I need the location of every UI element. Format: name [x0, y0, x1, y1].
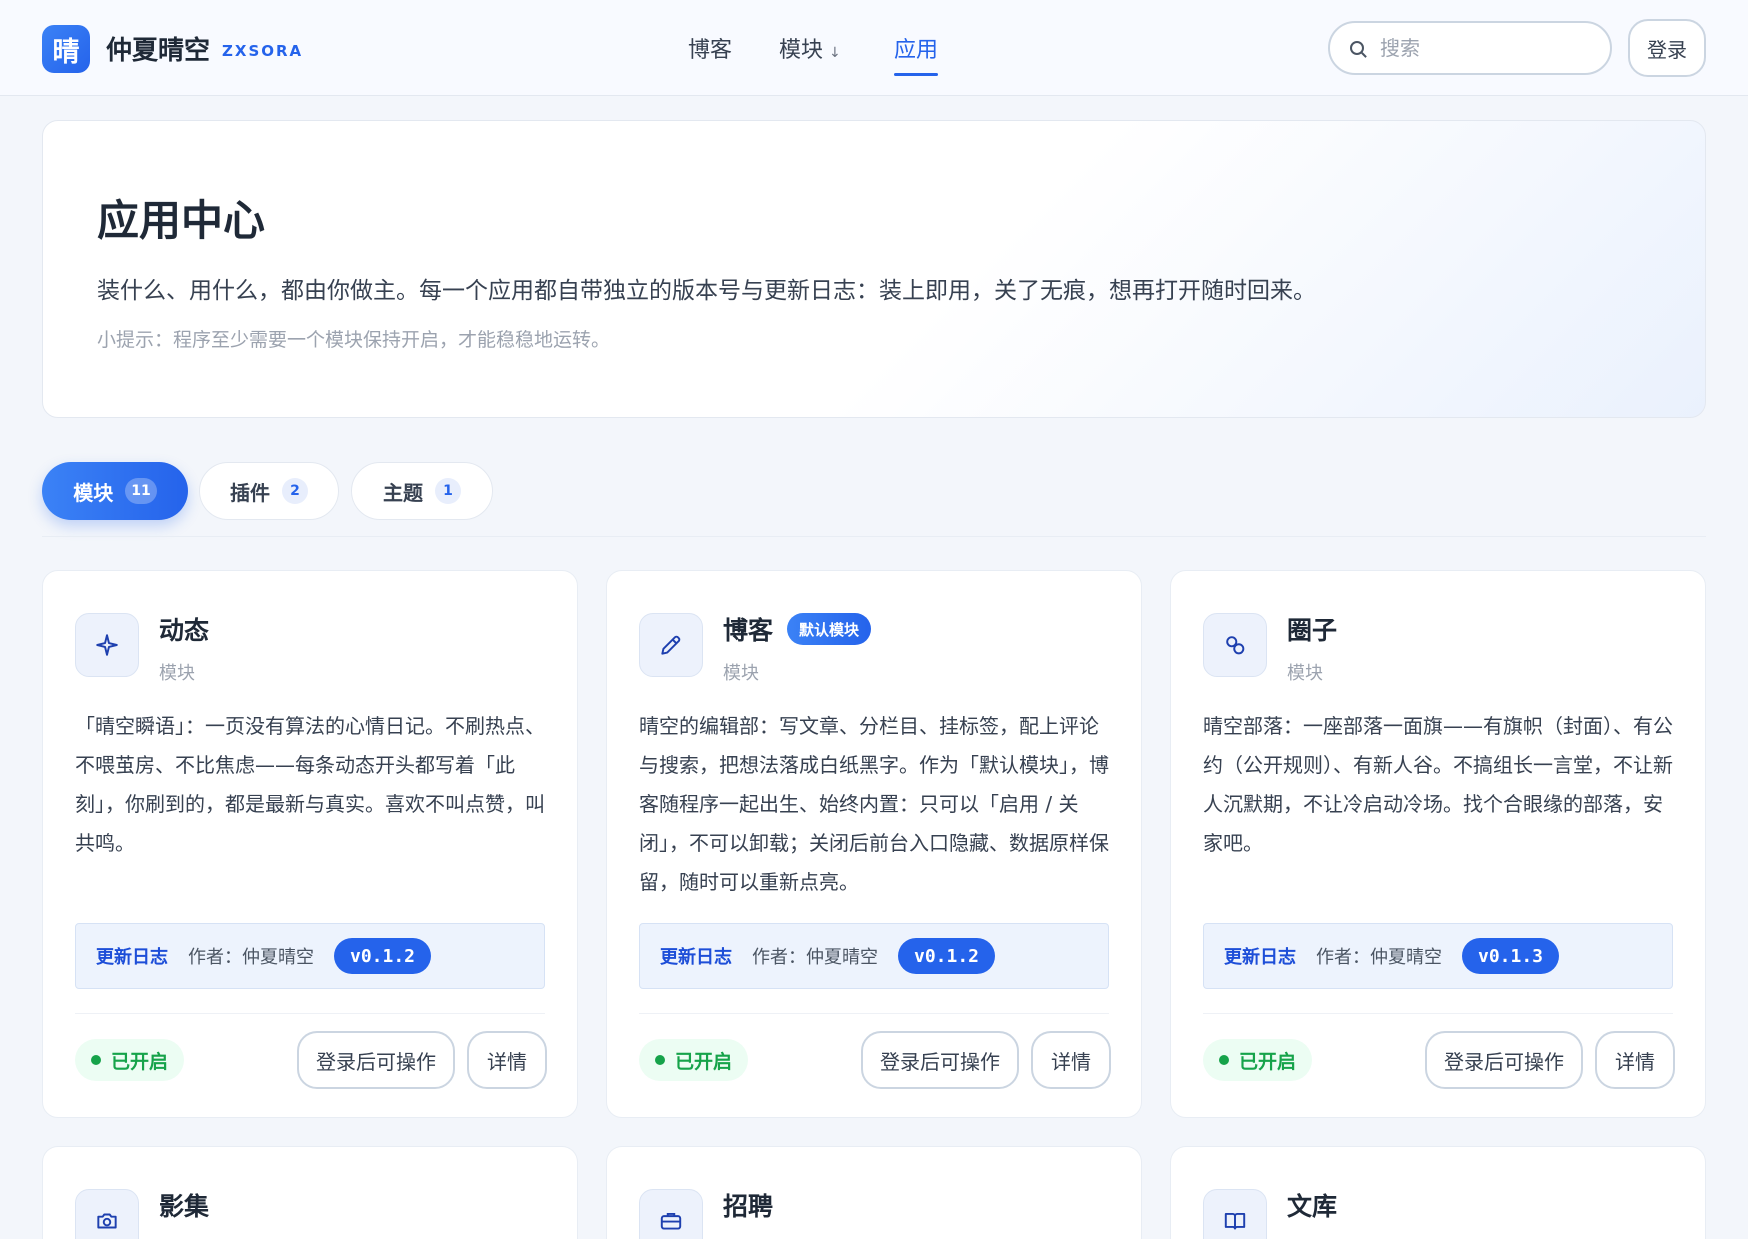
- tab-label: 模块: [73, 480, 114, 505]
- page-tip: 小提示：程序至少需要一个模块保持开启，才能稳稳地运转。: [97, 329, 611, 351]
- tab-count-badge: 2: [282, 478, 308, 504]
- card-title[interactable]: 动态: [159, 611, 209, 647]
- changelog-link[interactable]: 更新日志: [1224, 943, 1296, 969]
- book-icon: [1203, 1189, 1267, 1239]
- status-dot-icon: [655, 1055, 665, 1065]
- nav-item-label: 模块: [779, 38, 824, 63]
- pencil-icon: [639, 613, 703, 677]
- tabs-divider: [42, 536, 1706, 537]
- search-box[interactable]: [1328, 21, 1612, 75]
- version-badge: v0.1.2: [898, 938, 996, 974]
- card-type: 模块: [723, 663, 759, 684]
- login-button[interactable]: 登录: [1628, 19, 1706, 77]
- nav-item-label: 应用: [894, 38, 939, 63]
- card-title[interactable]: 文库: [1287, 1187, 1337, 1223]
- tab-plugins[interactable]: 插件 2: [199, 462, 339, 520]
- nav-item-blog[interactable]: 博客: [688, 32, 732, 64]
- status-badge: 已开启: [639, 1039, 749, 1081]
- card-title[interactable]: 圈子: [1287, 611, 1337, 647]
- default-module-badge: 默认模块: [787, 613, 872, 645]
- author-label: 作者：仲夏晴空: [1316, 947, 1442, 968]
- top-header: 晴 仲夏晴空 ZXSORA 博客 模块↓ 应用 登录: [0, 0, 1748, 96]
- tab-label: 插件: [230, 480, 270, 505]
- version-badge: v0.1.2: [334, 938, 432, 974]
- sparkle-icon: [75, 613, 139, 677]
- page-title: 应用中心: [97, 196, 266, 245]
- card-divider: [1203, 1013, 1673, 1014]
- page-description: 装什么、用什么，都由你做主。每一个应用都自带独立的版本号与更新日志：装上即用，关…: [97, 278, 1316, 304]
- changelog-link[interactable]: 更新日志: [96, 943, 168, 969]
- card-divider: [75, 1013, 545, 1014]
- tab-label: 主题: [383, 480, 423, 505]
- status-dot-icon: [1219, 1055, 1229, 1065]
- detail-button[interactable]: 详情: [1595, 1031, 1675, 1089]
- nav-item-apps[interactable]: 应用: [894, 32, 939, 76]
- changelog-bar: 更新日志 作者：仲夏晴空 v0.1.2: [75, 923, 545, 989]
- app-card-gallery: 影集: [42, 1146, 578, 1239]
- card-type: 模块: [159, 663, 195, 684]
- detail-button[interactable]: 详情: [1031, 1031, 1111, 1089]
- app-card-blog: 博客 默认模块 模块 晴空的编辑部：写文章、分栏目、挂标签，配上评论与搜索，把想…: [606, 570, 1142, 1118]
- changelog-link[interactable]: 更新日志: [660, 943, 732, 969]
- search-icon: [1350, 41, 1364, 55]
- tab-themes[interactable]: 主题 1: [351, 462, 493, 520]
- nav-item-modules[interactable]: 模块 ↓: [779, 32, 841, 64]
- category-tabs: 模块 11 插件 2 主题 1: [42, 462, 1706, 522]
- card-title[interactable]: 招聘: [723, 1187, 773, 1223]
- card-title[interactable]: 影集: [159, 1187, 209, 1223]
- app-card-circle: 圈子 模块 晴空部落：一座部落一面旗——有旗帜（封面）、有公约（公开规则）、有新…: [1170, 570, 1706, 1118]
- card-description: 「晴空瞬语」：一页没有算法的心情日记。不刷热点、不喂茧房、不比焦虑——每条动态开…: [75, 714, 545, 855]
- link-circles-icon: [1203, 613, 1267, 677]
- status-badge: 已开启: [1203, 1039, 1313, 1081]
- card-type: 模块: [1287, 663, 1323, 684]
- app-card-dynamic: 动态 模块 「晴空瞬语」：一页没有算法的心情日记。不刷热点、不喂茧房、不比焦虑—…: [42, 570, 578, 1118]
- nav-item-label: 博客: [688, 38, 733, 63]
- card-description: 晴空的编辑部：写文章、分栏目、挂标签，配上评论与搜索，把想法落成白纸黑字。作为「…: [639, 714, 1109, 894]
- card-divider: [639, 1013, 1109, 1014]
- author-label: 作者：仲夏晴空: [752, 947, 878, 968]
- status-dot-icon: [91, 1055, 101, 1065]
- login-to-operate-button[interactable]: 登录后可操作: [861, 1031, 1019, 1089]
- tab-count-badge: 11: [125, 478, 157, 504]
- camera-icon: [75, 1189, 139, 1239]
- tab-modules[interactable]: 模块 11: [42, 462, 188, 520]
- arrow-down-icon: ↓: [829, 45, 841, 61]
- card-title[interactable]: 博客 默认模块: [723, 611, 872, 647]
- tab-count-badge: 1: [435, 478, 461, 504]
- changelog-bar: 更新日志 作者：仲夏晴空 v0.1.3: [1203, 923, 1673, 989]
- app-card-jobs: 招聘: [606, 1146, 1142, 1239]
- changelog-bar: 更新日志 作者：仲夏晴空 v0.1.2: [639, 923, 1109, 989]
- detail-button[interactable]: 详情: [467, 1031, 547, 1089]
- author-label: 作者：仲夏晴空: [188, 947, 314, 968]
- card-description: 晴空部落：一座部落一面旗——有旗帜（封面）、有公约（公开规则）、有新人谷。不搞组…: [1203, 714, 1673, 855]
- search-input[interactable]: [1380, 36, 1580, 60]
- hero-panel: 应用中心 装什么、用什么，都由你做主。每一个应用都自带独立的版本号与更新日志：装…: [42, 120, 1706, 418]
- login-to-operate-button[interactable]: 登录后可操作: [1425, 1031, 1583, 1089]
- status-badge: 已开启: [75, 1039, 185, 1081]
- login-to-operate-button[interactable]: 登录后可操作: [297, 1031, 455, 1089]
- version-badge: v0.1.3: [1462, 938, 1560, 974]
- briefcase-icon: [639, 1189, 703, 1239]
- app-card-library: 文库: [1170, 1146, 1706, 1239]
